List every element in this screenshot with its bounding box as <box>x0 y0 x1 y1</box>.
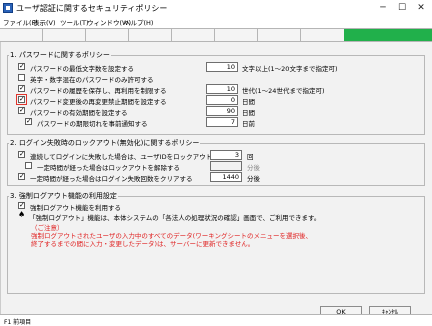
green-status-block <box>344 29 432 41</box>
toolbar-divider <box>257 29 258 42</box>
window-title: ユーザ認証に関するセキュリティポリシー <box>16 4 168 13</box>
rechange-ban-input[interactable]: 0 <box>206 95 238 105</box>
clear-failures-label: 一定時間が経った場合はログイン失敗回数をクリアする <box>30 175 193 183</box>
menu-bar: ファイル(F) 表示(V) ツール(T) ウィンドウ(W) ヘルプ(H) <box>0 16 432 28</box>
unlock-timer-checkbox[interactable] <box>25 162 32 169</box>
title-bar: ユーザ認証に関するセキュリティポリシー ─ ☐ ✕ <box>0 0 432 16</box>
toolbar-divider <box>42 29 43 42</box>
password-policy-title: 1. パスワードに関するポリシー <box>9 50 111 60</box>
lockout-checkbox[interactable] <box>18 150 25 159</box>
force-logout-label: 強制ログアウト機能を利用する <box>30 204 121 212</box>
history-checkbox[interactable] <box>18 84 25 93</box>
lockout-unit: 回 <box>247 153 254 161</box>
clear-failures-checkbox[interactable] <box>18 172 25 181</box>
history-input[interactable]: 10 <box>206 84 238 94</box>
clear-failures-unit: 分後 <box>247 175 260 183</box>
status-bar: F1 前項目 <box>0 314 432 326</box>
menu-view[interactable]: 表示(V) <box>33 17 56 27</box>
toolbar-divider <box>214 29 215 42</box>
history-unit: 世代(1～24世代まで指定可) <box>242 87 325 95</box>
toolbar-divider <box>171 29 172 42</box>
rechange-ban-unit: 日間 <box>242 98 255 106</box>
lockout-label: 連続してログインに失敗した場合は、ユーザIDをロックアウトする <box>30 153 226 161</box>
validity-unit: 日間 <box>242 109 255 117</box>
app-icon <box>3 3 13 13</box>
rechange-ban-label: パスワード変更後の再変更禁止期間を設定する <box>30 98 167 106</box>
force-logout-title: 3. 強制ログアウト機能の利用設定 <box>9 191 118 201</box>
lockout-policy-title: 2. ログイン失敗時のロックアウト(無効化)に関するポリシー <box>9 138 201 148</box>
lockout-input[interactable]: 3 <box>210 150 242 160</box>
validity-label: パスワードの有効期間を設定する <box>30 109 128 117</box>
min-length-input[interactable]: 10 <box>206 62 238 72</box>
unlock-timer-unit: 分後 <box>247 164 260 172</box>
caution-text-line2: 終了するまでの間に入力・変更したデータ)は、サーバーに更新できません。 <box>31 240 255 248</box>
toolbar <box>0 28 432 42</box>
unlock-timer-input[interactable] <box>210 161 242 171</box>
validity-checkbox[interactable] <box>18 106 25 115</box>
expiry-notice-unit: 日前 <box>242 120 255 128</box>
spade-bullet-icon: ♠ <box>18 210 26 219</box>
toolbar-divider <box>300 29 301 42</box>
expiry-notice-input[interactable]: 7 <box>206 117 238 127</box>
rechange-ban-checkbox[interactable] <box>18 95 25 104</box>
close-button[interactable]: ✕ <box>412 2 430 14</box>
force-logout-checkbox[interactable] <box>18 201 25 210</box>
menu-help[interactable]: ヘルプ(H) <box>124 17 153 27</box>
alnum-mix-label: 英字・数字混在のパスワードのみ許可する <box>30 76 154 84</box>
settings-panel: 1. パスワードに関するポリシー パスワードの最低文字数を設定する 10 文字以… <box>0 42 432 319</box>
alnum-mix-checkbox[interactable] <box>18 74 25 81</box>
min-length-label: パスワードの最低文字数を設定する <box>30 65 134 73</box>
history-label: パスワードの履歴を保存し、再利用を制限する <box>30 87 167 95</box>
toolbar-divider <box>128 29 129 42</box>
clear-failures-input[interactable]: 1440 <box>210 172 242 182</box>
validity-input[interactable]: 90 <box>206 106 238 116</box>
toolbar-divider <box>85 29 86 42</box>
min-length-unit: 文字以上(1～20文字まで指定可) <box>242 65 338 73</box>
expiry-notice-checkbox[interactable] <box>25 117 32 126</box>
expiry-notice-label: パスワードの期限切れを事前通知する <box>37 120 148 128</box>
maximize-button[interactable]: ☐ <box>393 2 411 14</box>
unlock-timer-label: 一定時間が経った場合はロックアウトを解除する <box>37 164 180 172</box>
force-logout-description: 「強制ログアウト」機能は、本体システムの「各法人の処理状況の確認」画面で、ご利用… <box>29 214 321 222</box>
minimize-button[interactable]: ─ <box>374 2 392 14</box>
min-length-checkbox[interactable] <box>18 62 25 71</box>
menu-tools[interactable]: ツール(T) <box>60 17 89 27</box>
